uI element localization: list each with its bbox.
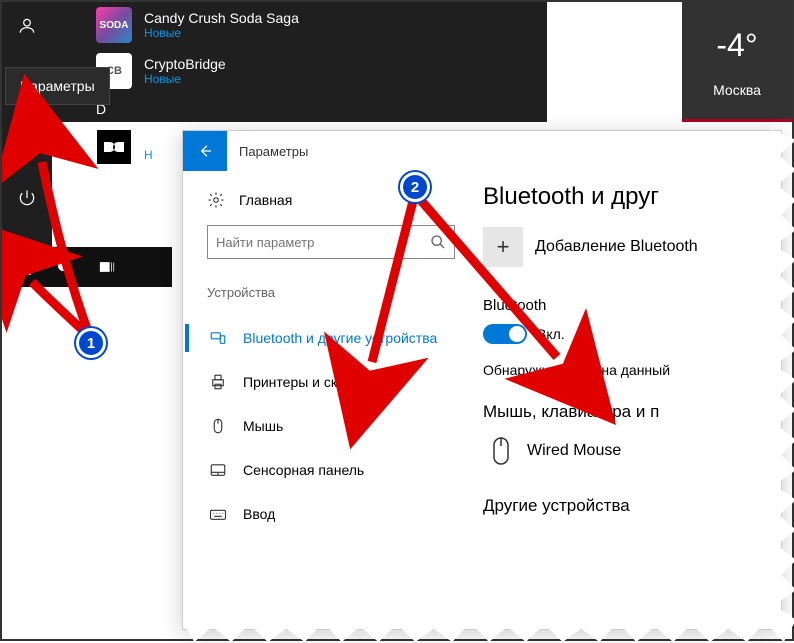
device-wired-mouse[interactable]: Wired Mouse	[483, 434, 781, 468]
home-button[interactable]: Главная	[207, 191, 473, 209]
taskbar	[2, 247, 172, 287]
app-name: Candy Crush Soda Saga	[144, 10, 299, 26]
app-item-crypto[interactable]: CB CryptoBridge Новые	[90, 48, 590, 94]
settings-title: Параметры	[227, 144, 308, 159]
nav-bluetooth[interactable]: Bluetooth и другие устройства	[207, 316, 473, 360]
nav-label: Принтеры и сканеры	[243, 374, 378, 390]
dolby-icon	[96, 129, 132, 165]
content-heading: Bluetooth и друг	[483, 183, 781, 211]
weather-city: Москва	[713, 82, 761, 98]
mkb-heading: Мышь, клавиатура и п	[483, 402, 781, 422]
app-name: CryptoBridge	[144, 56, 226, 72]
settings-header: Параметры	[183, 131, 781, 171]
home-label: Главная	[239, 192, 292, 208]
settings-window: Параметры Главная Устройства Bluetooth и…	[182, 130, 782, 630]
keyboard-icon	[209, 505, 227, 523]
task-view-icon[interactable]	[86, 247, 128, 287]
bluetooth-label: Bluetooth	[483, 297, 781, 314]
device-label: Wired Mouse	[527, 442, 621, 460]
candy-crush-icon: SODA	[96, 7, 132, 43]
user-icon[interactable]	[2, 2, 52, 50]
touchpad-icon	[209, 461, 227, 479]
nav-mouse[interactable]: Мышь	[207, 404, 473, 448]
toggle-state-label: Вкл.	[537, 326, 565, 342]
nav-label: Bluetooth и другие устройства	[243, 330, 437, 346]
app-name: Do	[144, 132, 162, 148]
app-sub: Н	[144, 148, 162, 162]
annotation-badge-1: 1	[76, 328, 106, 358]
other-devices-heading: Другие устройства	[483, 496, 781, 516]
settings-sidebar: Главная Устройства Bluetooth и другие ус…	[183, 171, 473, 629]
torn-edge	[182, 620, 794, 642]
printer-icon	[209, 373, 227, 391]
category-label: Устройства	[207, 285, 473, 300]
search-input[interactable]	[207, 225, 455, 259]
settings-icon[interactable]	[2, 108, 52, 156]
settings-content: Bluetooth и друг + Добавление Bluetooth …	[473, 171, 781, 629]
gear-icon	[207, 191, 225, 209]
nav-label: Мышь	[243, 418, 283, 434]
app-sub: Новые	[144, 26, 299, 40]
settings-tooltip: Параметры	[5, 67, 110, 105]
nav-label: Сенсорная панель	[243, 462, 364, 478]
bluetooth-toggle[interactable]	[483, 324, 527, 344]
mouse-icon	[209, 417, 227, 435]
annotation-badge-2: 2	[400, 172, 430, 202]
back-button[interactable]	[183, 131, 227, 171]
discoverable-text: Обнаруживаемое на данный	[483, 362, 781, 378]
letter-heading: D	[90, 94, 590, 124]
nav-touchpad[interactable]: Сенсорная панель	[207, 448, 473, 492]
weather-tile[interactable]: -4° Москва	[682, 2, 792, 122]
search-icon	[430, 234, 446, 250]
nav-input[interactable]: Ввод	[207, 492, 473, 536]
add-device-label: Добавление Bluetooth	[535, 238, 698, 256]
nav-label: Ввод	[243, 506, 275, 522]
plus-icon: +	[483, 227, 523, 267]
search-field[interactable]	[216, 235, 416, 250]
weather-temp: -4°	[716, 27, 757, 64]
power-icon[interactable]	[2, 174, 52, 222]
nav-printers[interactable]: Принтеры и сканеры	[207, 360, 473, 404]
mouse-icon	[489, 434, 513, 468]
start-rail	[2, 2, 52, 287]
app-sub: Новые	[144, 72, 226, 86]
bluetooth-devices-icon	[209, 329, 227, 347]
torn-edge	[772, 130, 794, 630]
start-button[interactable]	[2, 247, 44, 287]
add-device-button[interactable]: + Добавление Bluetooth	[483, 227, 781, 267]
app-item-candy[interactable]: SODA Candy Crush Soda Saga Новые	[90, 2, 590, 48]
search-icon[interactable]	[44, 247, 86, 287]
